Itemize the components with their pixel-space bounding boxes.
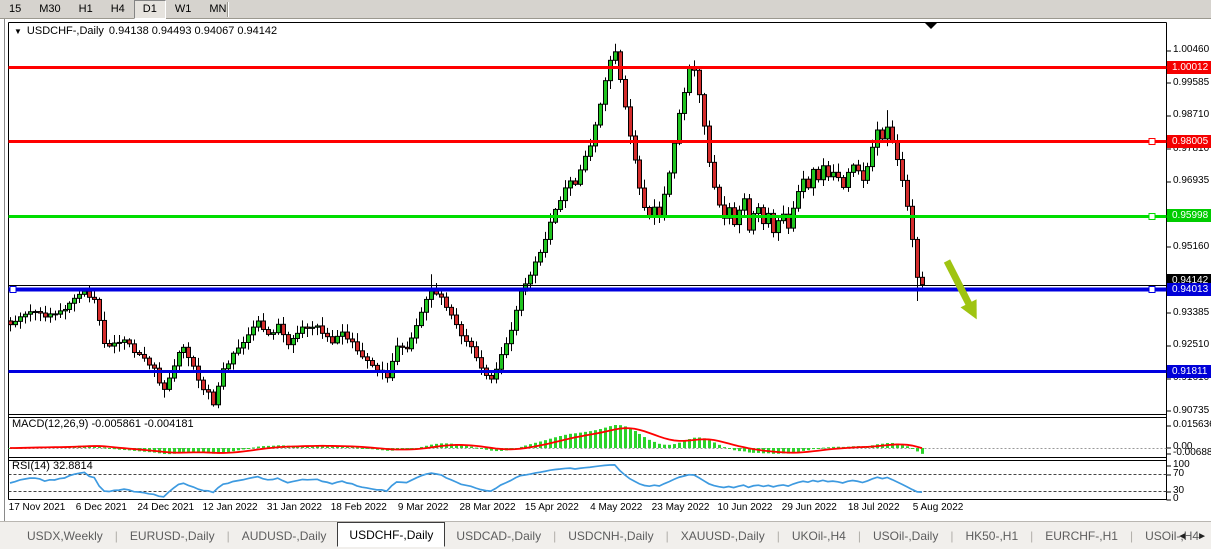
tab-divider: | xyxy=(858,529,861,543)
date-axis-label: 12 Jan 2022 xyxy=(203,502,258,513)
rsi-value: 32.8814 xyxy=(53,460,93,472)
macd-axis-label: -0.006884 xyxy=(1173,447,1211,458)
symbol-dropdown-icon[interactable]: ▼ xyxy=(14,27,22,36)
timeframe-button[interactable]: W1 xyxy=(166,0,201,19)
timeframe-button[interactable]: 15 xyxy=(0,0,30,19)
price-badge: 0.94013 xyxy=(1167,283,1211,296)
chart-tab[interactable]: USDCNH-,Daily xyxy=(557,525,664,547)
timeframe-button[interactable]: H4 xyxy=(102,0,134,19)
rsi-name: RSI(14) xyxy=(12,460,50,472)
macd-values: -0.005861 -0.004181 xyxy=(91,418,193,430)
tab-divider: | xyxy=(115,529,118,543)
timeframe-button[interactable]: MN xyxy=(200,0,235,19)
date-axis-label: 28 Mar 2022 xyxy=(459,502,515,513)
date-axis-label: 10 Jun 2022 xyxy=(717,502,772,513)
chart-tab[interactable]: USDCAD-,Daily xyxy=(445,525,552,547)
rsi-indicator-label: RSI(14) 32.8814 xyxy=(12,460,93,472)
date-axis-label: 9 Mar 2022 xyxy=(398,502,449,513)
chart-tab-bar: USDX,Weekly|EURUSD-,Daily|AUDUSD-,DailyU… xyxy=(0,521,1211,549)
chart-tab[interactable]: EURCHF-,H1 xyxy=(1034,525,1129,547)
macd-name: MACD(12,26,9) xyxy=(12,418,88,430)
rsi-axis-label: 0 xyxy=(1173,493,1179,504)
date-axis-label: 17 Nov 2021 xyxy=(9,502,66,513)
price-axis-label: 0.90735 xyxy=(1173,405,1209,416)
date-axis-label: 4 May 2022 xyxy=(590,502,642,513)
timeframe-button[interactable]: D1 xyxy=(134,0,166,19)
tab-divider: | xyxy=(1130,529,1133,543)
price-axis-label: 1.00460 xyxy=(1173,44,1209,55)
price-badge: 0.91811 xyxy=(1167,365,1211,378)
tab-divider: | xyxy=(666,529,669,543)
chart-tab[interactable]: USOil-,Daily xyxy=(862,525,949,547)
date-axis-label: 24 Dec 2021 xyxy=(137,502,194,513)
price-badge: 1.00012 xyxy=(1167,61,1211,74)
tab-divider: | xyxy=(553,529,556,543)
tab-divider: | xyxy=(950,529,953,543)
price-axis[interactable]: 1.004600.995850.987100.978100.969350.951… xyxy=(1167,19,1211,549)
date-axis-label: 6 Dec 2021 xyxy=(76,502,127,513)
chart-window: ▼ USDCHF-,Daily 0.94138 0.94493 0.94067 … xyxy=(0,19,1211,549)
price-axis-label: 0.95160 xyxy=(1173,241,1209,252)
date-axis-label: 29 Jun 2022 xyxy=(782,502,837,513)
price-axis-label: 0.96935 xyxy=(1173,175,1209,186)
price-chart-canvas[interactable] xyxy=(0,19,1211,549)
timeframe-button[interactable]: M30 xyxy=(30,0,69,19)
chart-symbol-period: USDCHF-,Daily xyxy=(27,25,104,37)
tab-divider: | xyxy=(227,529,230,543)
chart-tab[interactable]: USDX,Weekly xyxy=(16,525,114,547)
toolbar-separator xyxy=(227,2,228,17)
date-axis-label: 18 Feb 2022 xyxy=(331,502,387,513)
chart-tab[interactable]: UKOil-,H4 xyxy=(781,525,857,547)
chart-tab[interactable]: XAUUSD-,Daily xyxy=(670,525,776,547)
chart-tab[interactable]: USDCHF-,Daily xyxy=(337,522,445,547)
tab-divider: | xyxy=(1030,529,1033,543)
chart-ohlc-values: 0.94138 0.94493 0.94067 0.94142 xyxy=(109,25,277,37)
date-axis-label: 18 Jul 2022 xyxy=(848,502,900,513)
date-axis-label: 31 Jan 2022 xyxy=(267,502,322,513)
price-axis-label: 0.92510 xyxy=(1173,339,1209,350)
price-axis-label: 0.93385 xyxy=(1173,307,1209,318)
macd-indicator-label: MACD(12,26,9) -0.005861 -0.004181 xyxy=(12,418,194,430)
chart-tab[interactable]: HK50-,H1 xyxy=(954,525,1029,547)
date-axis-label: 15 Apr 2022 xyxy=(525,502,579,513)
price-axis-label: 0.98710 xyxy=(1173,109,1209,120)
rsi-axis-label: 70 xyxy=(1173,468,1184,479)
chart-title: ▼ USDCHF-,Daily 0.94138 0.94493 0.94067 … xyxy=(14,25,277,37)
macd-axis-label: 0.015636 xyxy=(1173,419,1211,430)
price-badge: 0.95998 xyxy=(1167,209,1211,222)
chart-tab[interactable]: AUDUSD-,Daily xyxy=(231,525,338,547)
date-axis[interactable]: 17 Nov 2021 6 Dec 2021 24 Dec 2021 12 Jan 2… xyxy=(0,502,1166,517)
timeframe-button[interactable]: H1 xyxy=(70,0,102,19)
date-axis-label: 5 Aug 2022 xyxy=(913,502,964,513)
timeframe-toolbar: 15M30H1H4D1W1MN xyxy=(0,0,1211,19)
mt4-terminal: { "toolbar":{ "timeframes":[ {"label":"1… xyxy=(0,0,1211,549)
price-badge: 0.98005 xyxy=(1167,135,1211,148)
price-axis-label: 0.99585 xyxy=(1173,77,1209,88)
date-axis-label: 23 May 2022 xyxy=(652,502,710,513)
tab-divider: | xyxy=(777,529,780,543)
chart-tab[interactable]: EURUSD-,Daily xyxy=(119,525,226,547)
